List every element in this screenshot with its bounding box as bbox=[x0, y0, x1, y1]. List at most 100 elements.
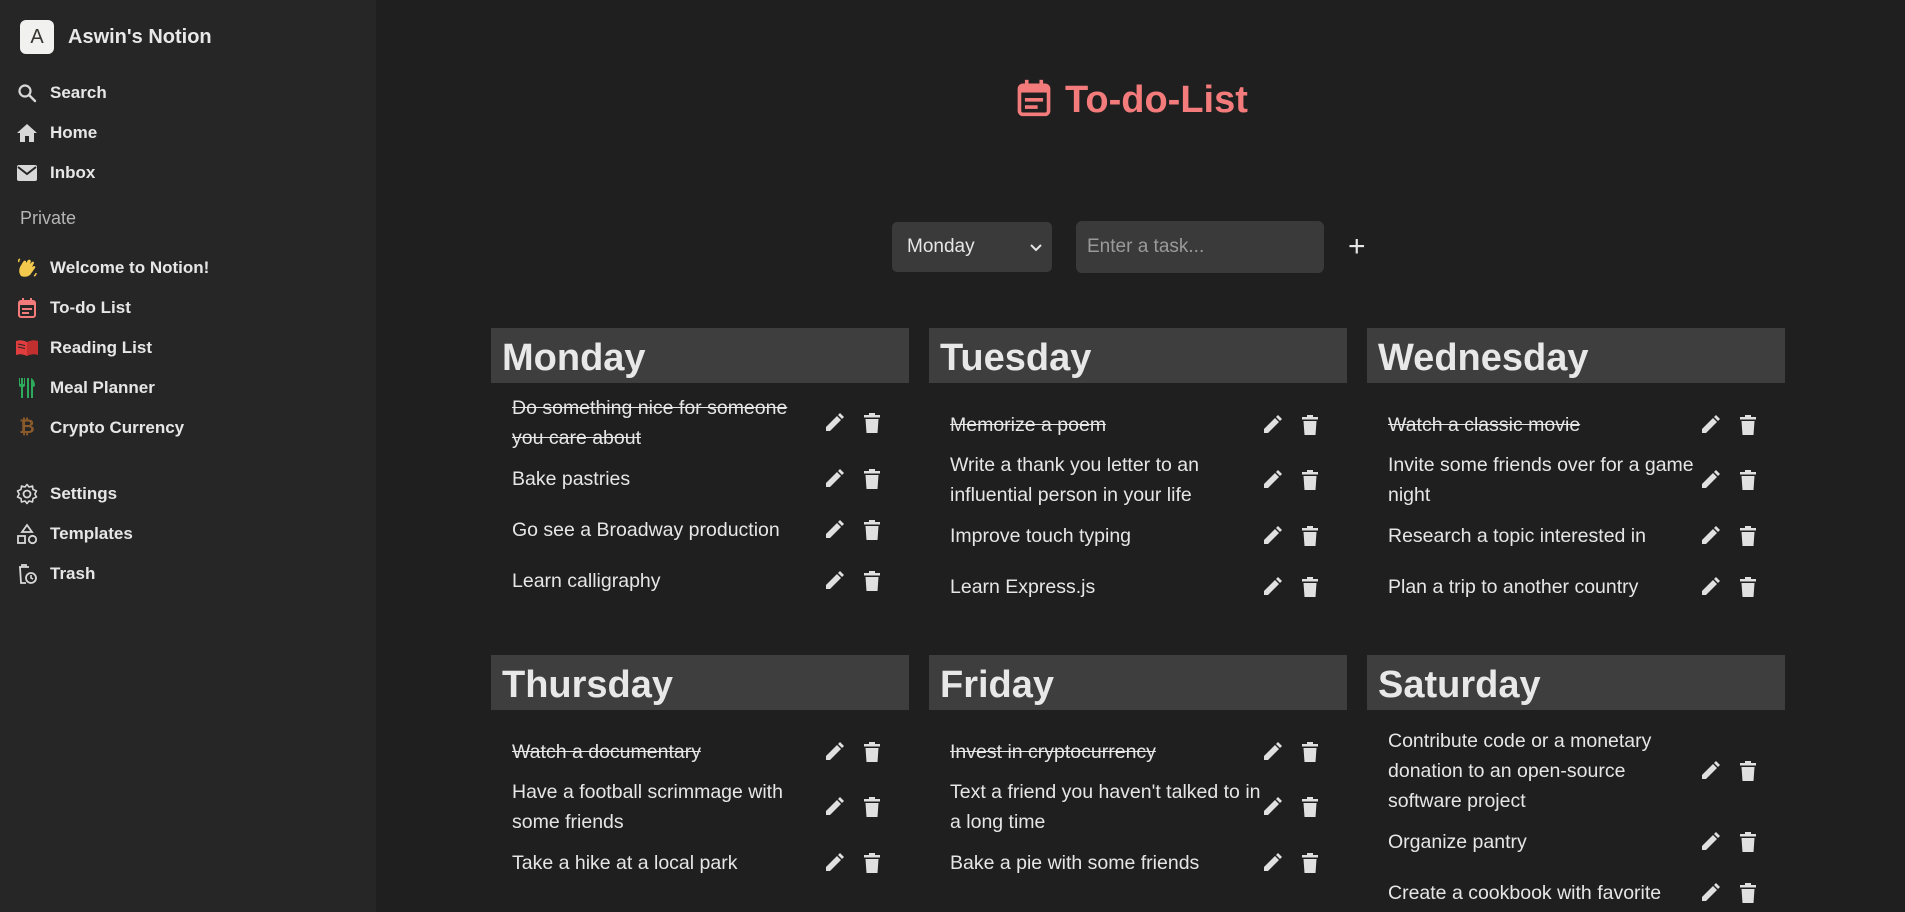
page-label: Reading List bbox=[50, 338, 153, 357]
workspace-name: Aswin's Notion bbox=[68, 25, 212, 48]
task-item[interactable]: Learn calligraphy bbox=[491, 555, 909, 606]
nav-settings[interactable]: Settings bbox=[14, 477, 117, 511]
sidebar: A Aswin's Notion Search Home Inbox Priva… bbox=[0, 0, 376, 912]
delete-icon[interactable] bbox=[1737, 524, 1759, 548]
workspace-switcher[interactable]: A Aswin's Notion bbox=[20, 19, 212, 55]
delete-icon[interactable] bbox=[861, 569, 883, 593]
edit-icon[interactable] bbox=[1261, 740, 1283, 764]
task-item[interactable]: Invest in cryptocurrency bbox=[929, 726, 1347, 777]
page-meal-planner[interactable]: Meal Planner bbox=[14, 371, 155, 405]
edit-icon[interactable] bbox=[823, 411, 845, 435]
edit-icon[interactable] bbox=[1699, 759, 1721, 783]
edit-icon[interactable] bbox=[823, 518, 845, 542]
day-header: Saturday bbox=[1367, 655, 1785, 710]
task-item[interactable]: Have a football scrimmage with some frie… bbox=[491, 777, 909, 837]
delete-icon[interactable] bbox=[861, 795, 883, 819]
task-item[interactable]: Go see a Broadway production bbox=[491, 504, 909, 555]
nav-home[interactable]: Home bbox=[14, 116, 97, 150]
task-item[interactable]: Contribute code or a monetary donation t… bbox=[1367, 726, 1785, 816]
task-item[interactable]: Create a cookbook with favorite bbox=[1367, 867, 1785, 912]
task-item[interactable]: Write a thank you letter to an influenti… bbox=[929, 450, 1347, 510]
page-reading-list[interactable]: Reading List bbox=[14, 331, 152, 365]
edit-icon[interactable] bbox=[823, 467, 845, 491]
task-text: Bake pastries bbox=[512, 467, 631, 490]
page-label: Crypto Currency bbox=[50, 418, 185, 437]
task-text: Take a hike at a local park bbox=[512, 851, 738, 874]
page-welcome[interactable]: Welcome to Notion! bbox=[14, 251, 209, 285]
delete-icon[interactable] bbox=[861, 518, 883, 542]
task-item[interactable]: Memorize a poem bbox=[929, 399, 1347, 450]
task-text: Improve touch typing bbox=[950, 524, 1132, 547]
edit-icon[interactable] bbox=[1699, 881, 1721, 905]
edit-icon[interactable] bbox=[1261, 468, 1283, 492]
task-item[interactable]: Bake a pie with some friends bbox=[929, 837, 1347, 888]
task-actions bbox=[1261, 851, 1321, 875]
delete-icon[interactable] bbox=[861, 411, 883, 435]
task-item[interactable]: Bake pastries bbox=[491, 453, 909, 504]
delete-icon[interactable] bbox=[1299, 524, 1321, 548]
nav-trash[interactable]: Trash bbox=[14, 557, 95, 591]
edit-icon[interactable] bbox=[823, 851, 845, 875]
delete-icon[interactable] bbox=[1737, 575, 1759, 599]
page-crypto-currency[interactable]: ₿ Crypto Currency bbox=[14, 411, 184, 445]
task-input[interactable] bbox=[1076, 221, 1324, 273]
edit-icon[interactable] bbox=[1699, 575, 1721, 599]
task-text: Write a thank you letter to an influenti… bbox=[950, 454, 1199, 506]
task-text: Bake a pie with some friends bbox=[950, 851, 1200, 874]
edit-icon[interactable] bbox=[823, 740, 845, 764]
delete-icon[interactable] bbox=[1737, 881, 1759, 905]
edit-icon[interactable] bbox=[1699, 413, 1721, 437]
day-select[interactable]: Monday bbox=[892, 222, 1052, 272]
task-item[interactable]: Watch a classic movie bbox=[1367, 399, 1785, 450]
task-item[interactable]: Research a topic interested in bbox=[1367, 510, 1785, 561]
edit-icon[interactable] bbox=[823, 795, 845, 819]
nav-templates[interactable]: Templates bbox=[14, 517, 133, 551]
day-header: Monday bbox=[491, 328, 909, 383]
nav-inbox-label: Inbox bbox=[50, 163, 96, 182]
delete-icon[interactable] bbox=[1737, 759, 1759, 783]
delete-icon[interactable] bbox=[1299, 740, 1321, 764]
delete-icon[interactable] bbox=[1299, 468, 1321, 492]
delete-icon[interactable] bbox=[1737, 413, 1759, 437]
mail-icon bbox=[14, 160, 40, 186]
edit-icon[interactable] bbox=[1261, 524, 1283, 548]
task-item[interactable]: Improve touch typing bbox=[929, 510, 1347, 561]
page-todo-list[interactable]: To-do List bbox=[14, 291, 131, 325]
delete-icon[interactable] bbox=[1299, 575, 1321, 599]
task-item[interactable]: Text a friend you haven't talked to in a… bbox=[929, 777, 1347, 837]
edit-icon[interactable] bbox=[1699, 468, 1721, 492]
edit-icon[interactable] bbox=[1261, 413, 1283, 437]
workspace-avatar: A bbox=[20, 20, 54, 54]
day-column-friday: Friday Invest in cryptocurrency Text a fri… bbox=[929, 655, 1347, 888]
nav-search[interactable]: Search bbox=[14, 76, 107, 110]
edit-icon[interactable] bbox=[823, 569, 845, 593]
task-item[interactable]: Take a hike at a local park bbox=[491, 837, 909, 888]
task-actions bbox=[1261, 740, 1321, 764]
delete-icon[interactable] bbox=[861, 740, 883, 764]
delete-icon[interactable] bbox=[1299, 413, 1321, 437]
task-item[interactable]: Do something nice for someone you care a… bbox=[491, 393, 909, 453]
edit-icon[interactable] bbox=[1261, 575, 1283, 599]
task-actions bbox=[823, 569, 883, 593]
task-actions bbox=[1699, 468, 1759, 492]
day-column-monday: Monday Do something nice for someone you … bbox=[491, 328, 909, 606]
task-item[interactable]: Invite some friends over for a game nigh… bbox=[1367, 450, 1785, 510]
delete-icon[interactable] bbox=[1299, 851, 1321, 875]
delete-icon[interactable] bbox=[861, 851, 883, 875]
edit-icon[interactable] bbox=[1699, 524, 1721, 548]
task-item[interactable]: Plan a trip to another country bbox=[1367, 561, 1785, 612]
delete-icon[interactable] bbox=[1299, 795, 1321, 819]
delete-icon[interactable] bbox=[1737, 468, 1759, 492]
page-label: Meal Planner bbox=[50, 378, 155, 397]
task-list: Watch a classic movie Invite some friends… bbox=[1367, 383, 1785, 612]
nav-inbox[interactable]: Inbox bbox=[14, 156, 95, 190]
add-task-button[interactable]: + bbox=[1348, 232, 1366, 262]
task-item[interactable]: Organize pantry bbox=[1367, 816, 1785, 867]
delete-icon[interactable] bbox=[1737, 830, 1759, 854]
task-item[interactable]: Learn Express.js bbox=[929, 561, 1347, 612]
delete-icon[interactable] bbox=[861, 467, 883, 491]
edit-icon[interactable] bbox=[1699, 830, 1721, 854]
edit-icon[interactable] bbox=[1261, 851, 1283, 875]
edit-icon[interactable] bbox=[1261, 795, 1283, 819]
task-item[interactable]: Watch a documentary bbox=[491, 726, 909, 777]
